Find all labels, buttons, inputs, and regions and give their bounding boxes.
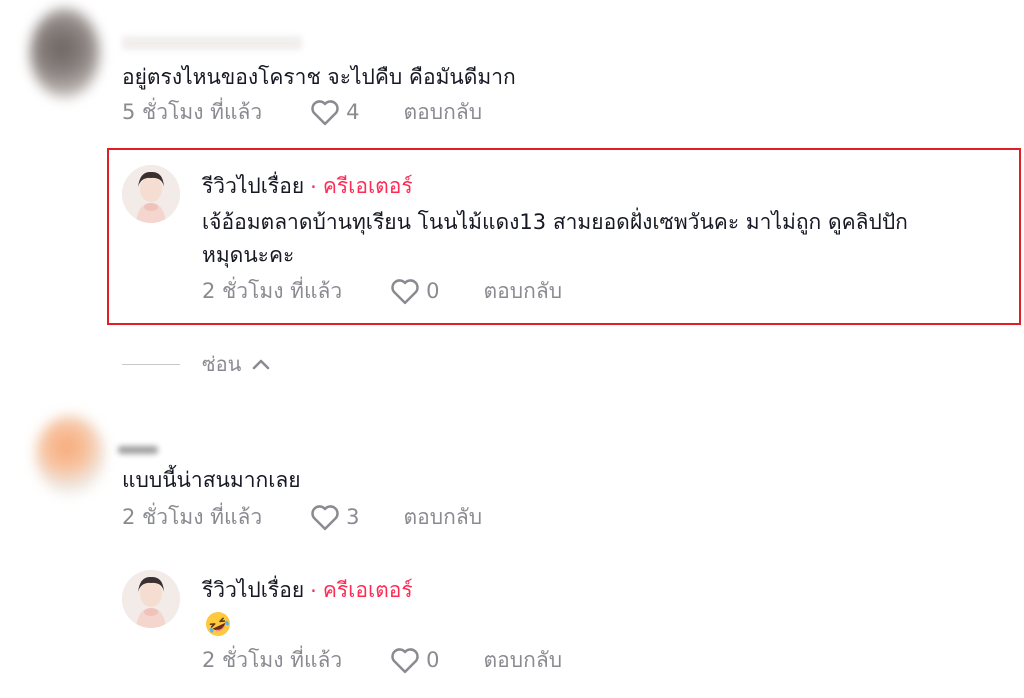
like-count: 0: [426, 279, 440, 303]
blurred-username: [118, 432, 188, 456]
hide-replies-label: ซ่อน: [202, 352, 242, 376]
divider-line: [122, 363, 180, 365]
like-button[interactable]: 3: [310, 503, 360, 531]
comment-time: 2 ชั่วโมง ที่แล้ว: [122, 504, 263, 529]
avatar[interactable]: [35, 415, 105, 495]
heart-icon: [311, 100, 339, 126]
like-count: 0: [426, 648, 440, 672]
creator-badge: ครีเอเตอร์: [322, 174, 413, 198]
heart-icon: [311, 505, 339, 531]
comment-thread: อยู่ตรงไหนของโคราช จะไปคืบ คือมันดีมาก 5…: [0, 0, 1024, 698]
avatar[interactable]: [30, 8, 100, 98]
heart-icon: [391, 279, 419, 305]
like-button[interactable]: 0: [390, 277, 440, 305]
comment-text: แบบนี้น่าสนมากเลย: [122, 468, 301, 492]
comment-text: อยู่ตรงไหนของโคราช จะไปคืบ คือมันดีมาก: [122, 65, 516, 89]
comment-username: รีวิวไปเรื่อย · ครีเอเตอร์: [202, 574, 413, 607]
blurred-username: [122, 30, 312, 52]
comment-meta: 2 ชั่วโมง ที่แล้ว 0 ตอบกลับ: [202, 645, 562, 675]
avatar[interactable]: [122, 165, 180, 223]
like-count: 4: [346, 100, 360, 124]
reply-button[interactable]: ตอบกลับ: [484, 644, 563, 677]
comment-time: 2 ชั่วโมง ที่แล้ว: [202, 278, 343, 303]
heart-icon: [391, 648, 419, 674]
rofl-emoji-icon: 🤣: [204, 610, 232, 638]
emoji-text: 🤣: [204, 610, 205, 611]
reply-button[interactable]: ตอบกลับ: [404, 96, 483, 129]
like-count: 3: [346, 505, 360, 529]
comment-username: รีวิวไปเรื่อย · ครีเอเตอร์: [202, 170, 413, 203]
like-button[interactable]: 4: [310, 98, 360, 126]
reply-button[interactable]: ตอบกลับ: [404, 501, 483, 534]
comment-meta: 2 ชั่วโมง ที่แล้ว 0 ตอบกลับ: [202, 276, 562, 306]
reply-button[interactable]: ตอบกลับ: [484, 275, 563, 308]
comment-text-line-1: เจ้อ้อมตลาดบ้านทุเรียน โนนไม้แดง13 สามยอ…: [202, 210, 908, 234]
username-link[interactable]: รีวิวไปเรื่อย: [202, 170, 304, 203]
comment-meta: 5 ชั่วโมง ที่แล้ว 4 ตอบกลับ: [122, 97, 482, 127]
hide-replies-button[interactable]: ซ่อน: [122, 348, 271, 380]
comment-time: 5 ชั่วโมง ที่แล้ว: [122, 99, 263, 124]
separator: ·: [310, 174, 317, 199]
chevron-up-icon: [253, 359, 270, 370]
comment-meta: 2 ชั่วโมง ที่แล้ว 3 ตอบกลับ: [122, 502, 482, 532]
like-button[interactable]: 0: [390, 646, 440, 674]
separator: ·: [310, 578, 317, 603]
comment-time: 2 ชั่วโมง ที่แล้ว: [202, 647, 343, 672]
creator-badge: ครีเอเตอร์: [322, 578, 413, 602]
username-link[interactable]: รีวิวไปเรื่อย: [202, 574, 304, 607]
avatar[interactable]: [122, 570, 180, 628]
comment-text-line-2: หมุดนะคะ: [202, 243, 295, 267]
